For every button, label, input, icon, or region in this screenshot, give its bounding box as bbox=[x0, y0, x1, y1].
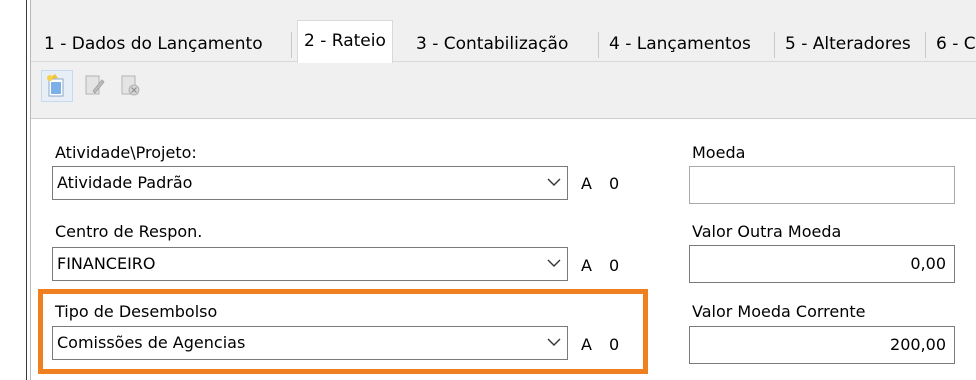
tipo-value: Comissões de Agencias bbox=[57, 333, 246, 352]
toolbar bbox=[31, 62, 976, 118]
valor-outra-moeda-label: Valor Outra Moeda bbox=[692, 222, 842, 241]
tab-dados-do-lancamento[interactable]: 1 - Dados do Lançamento bbox=[38, 28, 269, 61]
moeda-field[interactable] bbox=[689, 166, 955, 204]
centro-value: FINANCEIRO bbox=[57, 254, 156, 273]
valor-outra-moeda-value: 0,00 bbox=[910, 254, 946, 273]
valor-moeda-corrente-label: Valor Moeda Corrente bbox=[692, 302, 866, 321]
centro-combo[interactable]: FINANCEIRO bbox=[52, 247, 568, 281]
chevron-down-icon[interactable] bbox=[547, 256, 561, 270]
tab-rateio[interactable]: 2 - Rateio bbox=[297, 20, 393, 63]
atividade-flag-0: 0 bbox=[609, 174, 620, 193]
tipo-label: Tipo de Desembolso bbox=[55, 302, 218, 321]
delete-document-icon bbox=[121, 75, 140, 96]
chevron-down-icon[interactable] bbox=[547, 335, 561, 349]
centro-flag-0: 0 bbox=[609, 256, 620, 275]
new-document-button[interactable] bbox=[41, 70, 73, 102]
valor-moeda-corrente-value: 200,00 bbox=[890, 335, 946, 354]
atividade-flag-a: A bbox=[581, 174, 592, 193]
toolbar-divider bbox=[31, 118, 976, 119]
tab-separator bbox=[774, 32, 775, 58]
rateio-window: 1 - Dados do Lançamento 2 - Rateio 3 - C… bbox=[0, 0, 976, 380]
new-document-icon bbox=[47, 74, 64, 97]
tab-separator bbox=[598, 32, 599, 58]
tab-alteradores[interactable]: 5 - Alteradores bbox=[779, 28, 917, 61]
delete-document-button[interactable] bbox=[115, 70, 145, 100]
tipo-combo[interactable]: Comissões de Agencias bbox=[52, 326, 568, 360]
tab-contabilizacao[interactable]: 3 - Contabilização bbox=[410, 28, 575, 61]
atividade-label: Atividade\Projeto: bbox=[55, 143, 197, 162]
tab-lancamentos[interactable]: 4 - Lançamentos bbox=[603, 28, 757, 61]
tab-separator bbox=[925, 32, 926, 58]
centro-flag-a: A bbox=[581, 256, 592, 275]
tipo-flag-0: 0 bbox=[609, 335, 620, 354]
centro-label: Centro de Respon. bbox=[55, 222, 203, 241]
chevron-down-icon[interactable] bbox=[547, 175, 561, 189]
window-border bbox=[26, 0, 27, 380]
valor-moeda-corrente-field[interactable]: 200,00 bbox=[689, 326, 955, 364]
edit-document-icon bbox=[85, 75, 105, 95]
atividade-value: Atividade Padrão bbox=[57, 173, 193, 192]
tab-6[interactable]: 6 - C bbox=[930, 28, 976, 61]
atividade-combo[interactable]: Atividade Padrão bbox=[52, 166, 568, 200]
moeda-label: Moeda bbox=[692, 143, 746, 162]
tipo-flag-a: A bbox=[581, 335, 592, 354]
edit-document-button[interactable] bbox=[79, 70, 109, 100]
tab-separator bbox=[291, 32, 292, 58]
valor-outra-moeda-field[interactable]: 0,00 bbox=[689, 245, 955, 283]
